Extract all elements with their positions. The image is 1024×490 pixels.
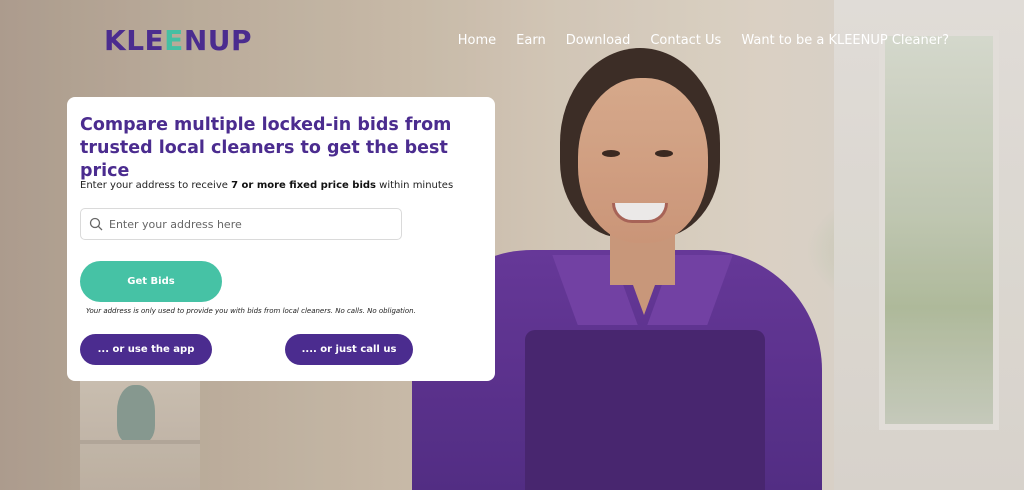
use-app-button[interactable]: ... or use the app [80, 334, 212, 365]
nav-become-cleaner[interactable]: Want to be a KLEENUP Cleaner? [741, 33, 949, 48]
main-nav: Home Earn Download Contact Us Want to be… [458, 33, 949, 48]
get-bids-button[interactable]: Get Bids [80, 261, 222, 302]
nav-earn[interactable]: Earn [516, 33, 546, 48]
logo-text-accent: E [164, 24, 184, 57]
nav-home[interactable]: Home [458, 33, 496, 48]
address-search-box[interactable] [80, 208, 402, 240]
subtitle-bold: 7 or more fixed price bids [231, 180, 376, 191]
bid-request-card: Compare multiple locked-in bids from tru… [67, 97, 495, 381]
nav-download[interactable]: Download [566, 33, 631, 48]
card-title: Compare multiple locked-in bids from tru… [80, 115, 452, 181]
subtitle-prefix: Enter your address to receive [80, 180, 232, 191]
search-icon [89, 217, 103, 231]
address-input[interactable] [109, 217, 389, 231]
logo-text-suffix: NUP [183, 24, 253, 57]
privacy-note: Your address is only used to provide you… [86, 307, 416, 315]
kleenup-logo[interactable]: KLEENUP [104, 24, 252, 57]
card-subtitle: Enter your address to receive 7 or more … [80, 180, 453, 191]
nav-contact-us[interactable]: Contact Us [650, 33, 721, 48]
logo-text-prefix: KLE [104, 24, 165, 57]
call-us-button[interactable]: .... or just call us [285, 334, 413, 365]
subtitle-suffix: within minutes [376, 180, 454, 191]
